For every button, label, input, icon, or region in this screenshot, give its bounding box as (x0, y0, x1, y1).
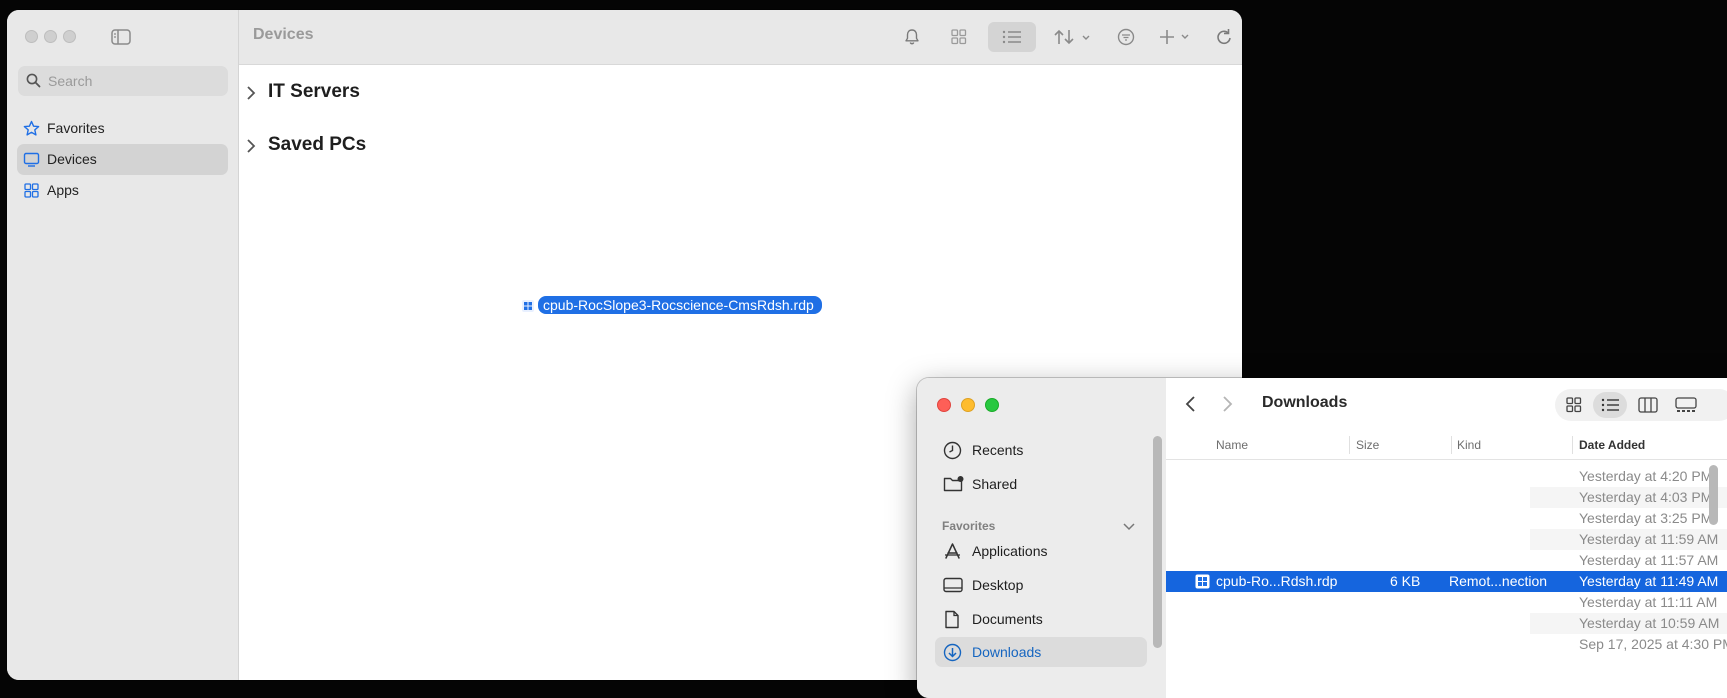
refresh-icon[interactable] (1209, 22, 1239, 52)
finder-sidebar-label: Downloads (972, 644, 1042, 660)
sidebar-item-label: Apps (47, 182, 79, 198)
zoom-button[interactable] (63, 30, 76, 43)
date-added: Yesterday at 11:59 AM (1579, 531, 1719, 547)
sidebar-item-label: Favorites (47, 120, 105, 136)
file-row[interactable]: Sep 17, 2025 at 4:30 PM (1166, 634, 1727, 655)
sidebar-toggle-icon[interactable] (111, 29, 131, 45)
rdp-file-icon (1195, 574, 1210, 592)
search-input[interactable] (48, 72, 218, 90)
group-title: Saved PCs (268, 134, 367, 155)
close-button[interactable] (25, 30, 38, 43)
date-added: Yesterday at 4:03 PM (1579, 489, 1713, 505)
date-added: Yesterday at 11:11 AM (1579, 594, 1718, 610)
zoom-button[interactable] (985, 398, 999, 412)
bell-icon[interactable] (897, 22, 927, 52)
column-divider[interactable] (1451, 436, 1452, 454)
sidebar: Favorites Devices Apps (7, 10, 239, 680)
close-button[interactable] (937, 398, 951, 412)
finder-sidebar-applications[interactable]: Applications (935, 536, 1147, 566)
finder-sidebar-label: Desktop (972, 577, 1024, 593)
group-saved-pcs[interactable]: Saved PCs (246, 131, 446, 161)
sort-icon[interactable] (1047, 22, 1097, 52)
date-added: Yesterday at 4:20 PM (1579, 468, 1713, 484)
forward-button[interactable] (1212, 389, 1242, 419)
finder-sidebar-documents[interactable]: Documents (935, 604, 1147, 634)
column-header-size[interactable]: Size (1356, 438, 1379, 452)
favorites-section-header: Favorites (942, 519, 996, 533)
column-divider[interactable] (1572, 436, 1573, 454)
content-toolbar: Devices (239, 10, 1242, 65)
finder-title: Downloads (1262, 394, 1348, 411)
file-row[interactable]: Yesterday at 11:59 AM (1166, 529, 1727, 550)
file-row[interactable]: Yesterday at 4:03 PM (1166, 487, 1727, 508)
date-added: Yesterday at 11:57 AM (1579, 552, 1719, 568)
file-name: cpub-Ro...Rdsh.rdp (1216, 573, 1338, 589)
finder-sidebar-recents[interactable]: Recents (935, 435, 1147, 465)
date-added: Yesterday at 3:25 PM (1579, 510, 1713, 526)
finder-sidebar: Recents Shared Favorites Applications De… (917, 378, 1166, 698)
column-divider[interactable] (1349, 436, 1350, 454)
finder-window: Recents Shared Favorites Applications De… (917, 378, 1727, 698)
sidebar-item-devices[interactable]: Devices (17, 144, 228, 175)
chevron-right-icon[interactable] (246, 86, 256, 105)
date-added: Sep 17, 2025 at 4:30 PM (1579, 636, 1727, 652)
desktop-icon (943, 576, 963, 599)
file-size: 6 KB (1390, 573, 1421, 589)
file-row[interactable]: Yesterday at 11:57 AM (1166, 550, 1727, 571)
search-field[interactable] (18, 66, 228, 96)
gallery-view-icon[interactable] (1669, 392, 1703, 418)
file-list-scrollbar[interactable] (1709, 465, 1718, 525)
sidebar-item-label: Devices (47, 151, 97, 167)
group-title: IT Servers (268, 81, 360, 102)
list-view-icon[interactable] (988, 22, 1036, 52)
finder-sidebar-label: Applications (972, 543, 1048, 559)
file-row[interactable]: Yesterday at 4:20 PM (1166, 466, 1727, 487)
minimize-button[interactable] (44, 30, 57, 43)
finder-sidebar-label: Shared (972, 476, 1018, 492)
group-it-servers[interactable]: IT Servers (246, 78, 446, 108)
file-row[interactable]: Yesterday at 11:11 AM (1166, 592, 1727, 613)
file-kind: Remot...nection (1449, 573, 1548, 589)
document-icon (943, 610, 961, 634)
icon-view-icon[interactable] (1559, 392, 1589, 418)
finder-sidebar-desktop[interactable]: Desktop (935, 570, 1147, 600)
shared-folder-icon (943, 475, 965, 498)
rdp-file-icon (522, 299, 534, 312)
date-added: Yesterday at 10:59 AM (1579, 615, 1720, 631)
star-icon (23, 120, 40, 142)
applications-icon (943, 542, 962, 566)
add-icon[interactable] (1155, 22, 1199, 52)
chevron-right-icon[interactable] (246, 139, 256, 158)
finder-sidebar-label: Recents (972, 442, 1024, 458)
apps-grid-icon (23, 182, 40, 204)
file-row[interactable]: Yesterday at 3:25 PM (1166, 508, 1727, 529)
minimize-button[interactable] (961, 398, 975, 412)
dragged-file-label: cpub-RocSlope3-Rocscience-CmsRdsh.rdp (538, 296, 822, 314)
column-header-row: Name Size Kind Date Added (1166, 430, 1727, 460)
column-view-icon[interactable] (1631, 392, 1665, 418)
view-mode-group (1555, 389, 1727, 421)
column-header-name[interactable]: Name (1216, 438, 1248, 452)
sidebar-item-favorites[interactable]: Favorites (17, 113, 228, 144)
download-icon (943, 643, 962, 667)
date-added: Yesterday at 11:49 AM (1579, 573, 1719, 589)
column-header-date-added[interactable]: Date Added (1579, 438, 1645, 452)
finder-sidebar-label: Documents (972, 611, 1043, 627)
sidebar-scrollbar[interactable] (1153, 436, 1162, 648)
grid-view-icon[interactable] (944, 22, 974, 52)
finder-sidebar-shared[interactable]: Shared (935, 469, 1147, 499)
column-header-kind[interactable]: Kind (1457, 438, 1481, 452)
page-title: Devices (253, 26, 314, 43)
search-icon (26, 73, 41, 93)
file-row[interactable]: Yesterday at 10:59 AM (1166, 613, 1727, 634)
list-view-icon[interactable] (1593, 392, 1627, 418)
sidebar-item-apps[interactable]: Apps (17, 175, 228, 206)
back-button[interactable] (1176, 389, 1206, 419)
clock-icon (943, 441, 962, 465)
finder-sidebar-downloads[interactable]: Downloads (935, 637, 1147, 667)
file-row-selected[interactable]: cpub-Ro...Rdsh.rdp 6 KB Remot...nection … (1166, 571, 1727, 592)
filter-icon[interactable] (1111, 22, 1141, 52)
chevron-down-icon[interactable] (1123, 519, 1135, 537)
monitor-icon (23, 151, 40, 173)
